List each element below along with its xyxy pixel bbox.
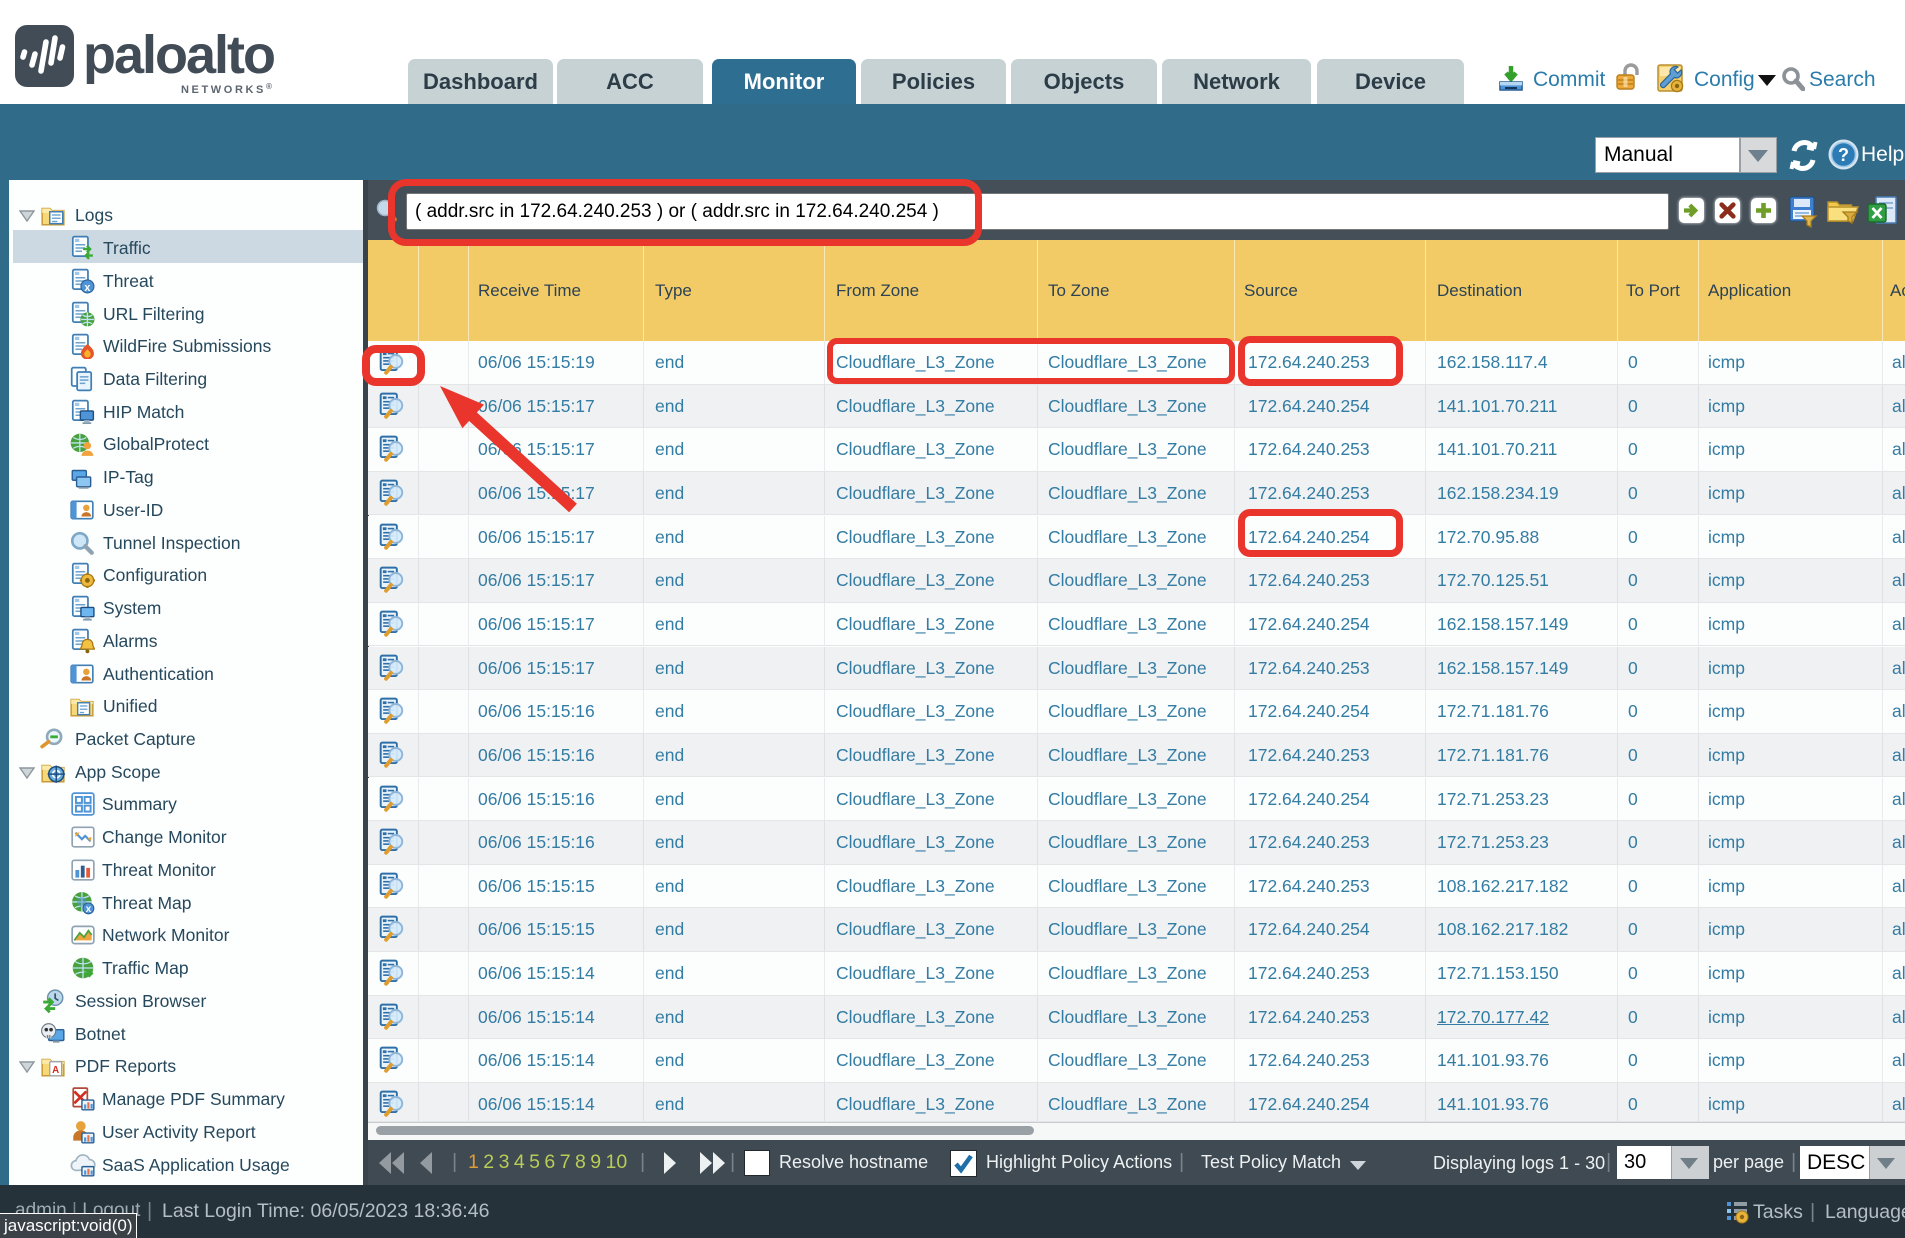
svg-text:A: A: [52, 1065, 59, 1076]
svg-text:?: ?: [1838, 145, 1849, 165]
svg-text:x: x: [86, 904, 92, 915]
svg-text:x: x: [84, 282, 90, 294]
